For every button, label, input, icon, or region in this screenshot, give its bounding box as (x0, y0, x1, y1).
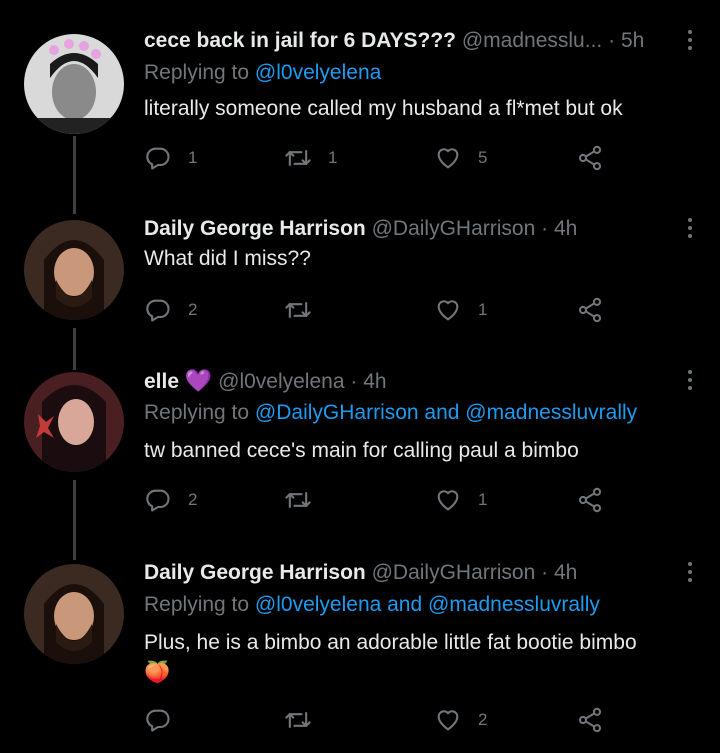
reply-button[interactable]: 1 (144, 144, 197, 172)
tweet[interactable]: Daily George Harrison @DailyGHarrison · … (0, 216, 720, 336)
purple-heart-emoji: 💜 (184, 368, 213, 393)
heart-icon (434, 486, 462, 514)
timestamp[interactable]: 5h (621, 29, 644, 52)
heart-icon (434, 706, 462, 734)
reply-mention-link[interactable]: @DailyGHarrison and @madnessluvrally (255, 401, 637, 424)
tweet-header: Daily George Harrison @DailyGHarrison · … (144, 216, 664, 242)
more-options-icon[interactable] (686, 218, 694, 240)
author-handle[interactable]: @DailyGHarrison (372, 561, 536, 584)
like-button[interactable]: 1 (434, 296, 487, 324)
more-options-icon[interactable] (686, 370, 694, 392)
author-handle[interactable]: @madnesslu... (462, 29, 602, 52)
more-options-icon[interactable] (686, 30, 694, 52)
separator: · (608, 29, 616, 52)
like-count: 5 (478, 148, 488, 167)
share-button[interactable] (576, 706, 604, 734)
tweet-actions: 2 1 (144, 486, 624, 516)
tweet-header: cece back in jail for 6 DAYS??? @madness… (144, 28, 664, 54)
share-icon (576, 144, 604, 172)
avatar[interactable] (24, 372, 124, 472)
replying-to: Replying to @l0velyelena and @madnessluv… (144, 593, 600, 616)
tweet-header: elle 💜 @l0velyelena · 4h (144, 368, 664, 395)
retweet-button[interactable] (284, 296, 328, 324)
author-name[interactable]: Daily George Harrison (144, 217, 366, 240)
avatar[interactable] (24, 564, 124, 664)
tweet-text: literally someone called my husband a fl… (144, 97, 623, 120)
heart-icon (434, 296, 462, 324)
retweet-icon (284, 296, 312, 324)
share-button[interactable] (576, 144, 604, 172)
retweet-button[interactable] (284, 706, 328, 734)
reply-count: 1 (188, 148, 198, 167)
tweet-text: tw banned cece's main for calling paul a… (144, 439, 579, 462)
retweet-icon (284, 706, 312, 734)
like-button[interactable]: 1 (434, 486, 487, 514)
tweet-text: Plus, he is a bimbo an adorable little f… (144, 628, 690, 688)
separator: · (350, 370, 358, 393)
tweet-header: Daily George Harrison @DailyGHarrison · … (144, 560, 664, 586)
tweet-text-body: Plus, he is a bimbo an adorable little f… (144, 631, 637, 654)
tweet-actions: 2 1 (144, 296, 624, 326)
separator: · (541, 561, 549, 584)
tweet[interactable]: cece back in jail for 6 DAYS??? @madness… (0, 28, 720, 188)
avatar[interactable] (24, 34, 124, 134)
reply-icon (144, 144, 172, 172)
replying-to: Replying to @DailyGHarrison and @madness… (144, 401, 638, 424)
tweet-actions: 1 1 5 (144, 144, 624, 174)
share-button[interactable] (576, 296, 604, 324)
author-name[interactable]: elle (144, 370, 179, 393)
like-count: 2 (478, 710, 488, 729)
reply-button[interactable] (144, 706, 188, 734)
avatar[interactable] (24, 220, 124, 320)
tweet-text: What did I miss?? (144, 247, 311, 270)
reply-mention-link[interactable]: @l0velyelena and @madnessluvrally (255, 593, 600, 616)
like-button[interactable]: 2 (434, 706, 487, 734)
heart-icon (434, 144, 462, 172)
author-name[interactable]: Daily George Harrison (144, 561, 366, 584)
reply-icon (144, 706, 172, 734)
author-handle[interactable]: @DailyGHarrison (372, 217, 536, 240)
reply-count: 2 (188, 490, 198, 509)
retweet-button[interactable] (284, 486, 328, 514)
retweet-icon (284, 486, 312, 514)
timestamp[interactable]: 4h (554, 561, 577, 584)
share-icon (576, 486, 604, 514)
replying-to: Replying to @l0velyelena (144, 61, 382, 84)
separator: · (541, 217, 549, 240)
tweet-actions: 2 (144, 706, 624, 736)
share-icon (576, 706, 604, 734)
reply-icon (144, 296, 172, 324)
timestamp[interactable]: 4h (363, 370, 386, 393)
tweet[interactable]: elle 💜 @l0velyelena · 4h Replying to @Da… (0, 368, 720, 528)
retweet-icon (284, 144, 312, 172)
peach-emoji: 🍑 (144, 661, 171, 684)
tweet[interactable]: Daily George Harrison @DailyGHarrison · … (0, 560, 720, 750)
share-button[interactable] (576, 486, 604, 514)
like-count: 1 (478, 300, 488, 319)
reply-button[interactable]: 2 (144, 296, 197, 324)
reply-count: 2 (188, 300, 198, 319)
like-count: 1 (478, 490, 488, 509)
reply-icon (144, 486, 172, 514)
timestamp[interactable]: 4h (554, 217, 577, 240)
reply-button[interactable]: 2 (144, 486, 197, 514)
retweet-button[interactable]: 1 (284, 144, 337, 172)
like-button[interactable]: 5 (434, 144, 487, 172)
retweet-count: 1 (328, 148, 338, 167)
share-icon (576, 296, 604, 324)
reply-mention-link[interactable]: @l0velyelena (255, 61, 381, 84)
author-name[interactable]: cece back in jail for 6 DAYS??? (144, 29, 456, 52)
author-handle[interactable]: @l0velyelena (218, 370, 344, 393)
more-options-icon[interactable] (686, 562, 694, 584)
